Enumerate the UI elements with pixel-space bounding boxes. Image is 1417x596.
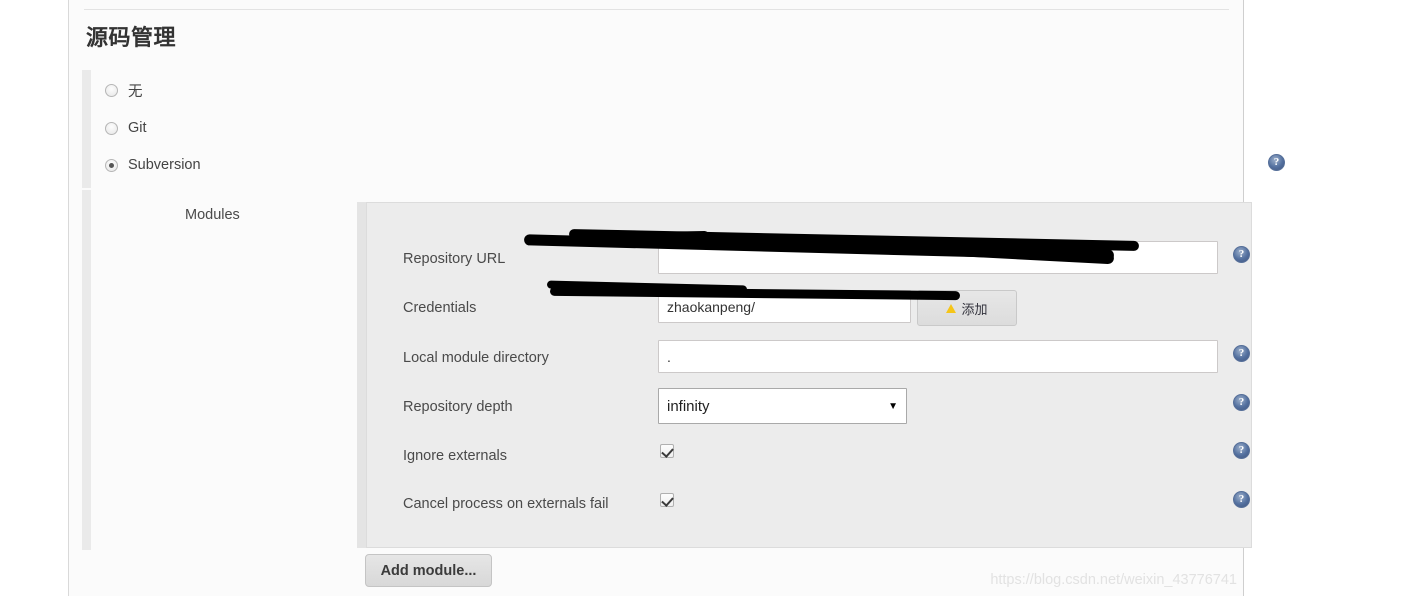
warning-triangle-icon [946, 303, 957, 313]
scm-option-subversion[interactable]: Subversion [105, 153, 201, 177]
repository-url-label: Repository URL [403, 251, 506, 267]
ignore-externals-checkbox[interactable] [660, 444, 674, 458]
help-icon-repository-depth[interactable]: ? [1233, 394, 1250, 411]
radio-none[interactable] [105, 83, 118, 97]
scm-option-git-label: Git [128, 120, 147, 136]
repository-depth-select[interactable]: infinity ▼ [658, 388, 907, 424]
local-module-directory-label: Local module directory [403, 350, 549, 366]
radio-git[interactable] [105, 121, 118, 135]
scm-option-none[interactable]: 无 [105, 78, 143, 102]
repository-depth-label: Repository depth [403, 399, 513, 415]
add-module-button[interactable]: Add module... [365, 554, 492, 587]
scm-option-none-label: 无 [128, 83, 143, 100]
chevron-down-icon: ▼ [888, 400, 898, 412]
scm-radio-group: 无 Git Subversion [82, 70, 1244, 188]
ignore-externals-label: Ignore externals [403, 448, 507, 464]
repository-depth-value: infinity [667, 397, 710, 415]
help-icon-repository-url[interactable]: ? [1233, 246, 1250, 263]
module-panel: Repository URL ? Credentials 添加 Local mo… [366, 202, 1252, 548]
scm-option-subversion-label: Subversion [128, 157, 201, 173]
help-icon-local-module-directory[interactable]: ? [1233, 345, 1250, 362]
modules-left-rail [82, 190, 91, 550]
radio-subversion[interactable] [105, 158, 118, 172]
credentials-label: Credentials [403, 300, 477, 316]
help-icon-subversion[interactable]: ? [1268, 154, 1285, 171]
scm-config-page: 源码管理 无 Git Subversion ? Modules Reposito… [68, 0, 1285, 596]
cancel-process-checkbox[interactable] [660, 493, 674, 507]
add-credentials-label: 添加 [961, 301, 988, 317]
help-icon-cancel-process[interactable]: ? [1233, 491, 1250, 508]
watermark: https://blog.csdn.net/weixin_43776741 [990, 572, 1237, 588]
cancel-process-label: Cancel process on externals fail [403, 496, 609, 512]
module-panel-rail [357, 202, 366, 548]
scm-option-git[interactable]: Git [105, 116, 147, 140]
scm-left-rail [82, 70, 91, 188]
page-title: 源码管理 [86, 25, 177, 50]
modules-label: Modules [185, 207, 240, 223]
top-divider [84, 9, 1229, 10]
local-module-directory-input[interactable] [658, 340, 1218, 373]
help-icon-ignore-externals[interactable]: ? [1233, 442, 1250, 459]
